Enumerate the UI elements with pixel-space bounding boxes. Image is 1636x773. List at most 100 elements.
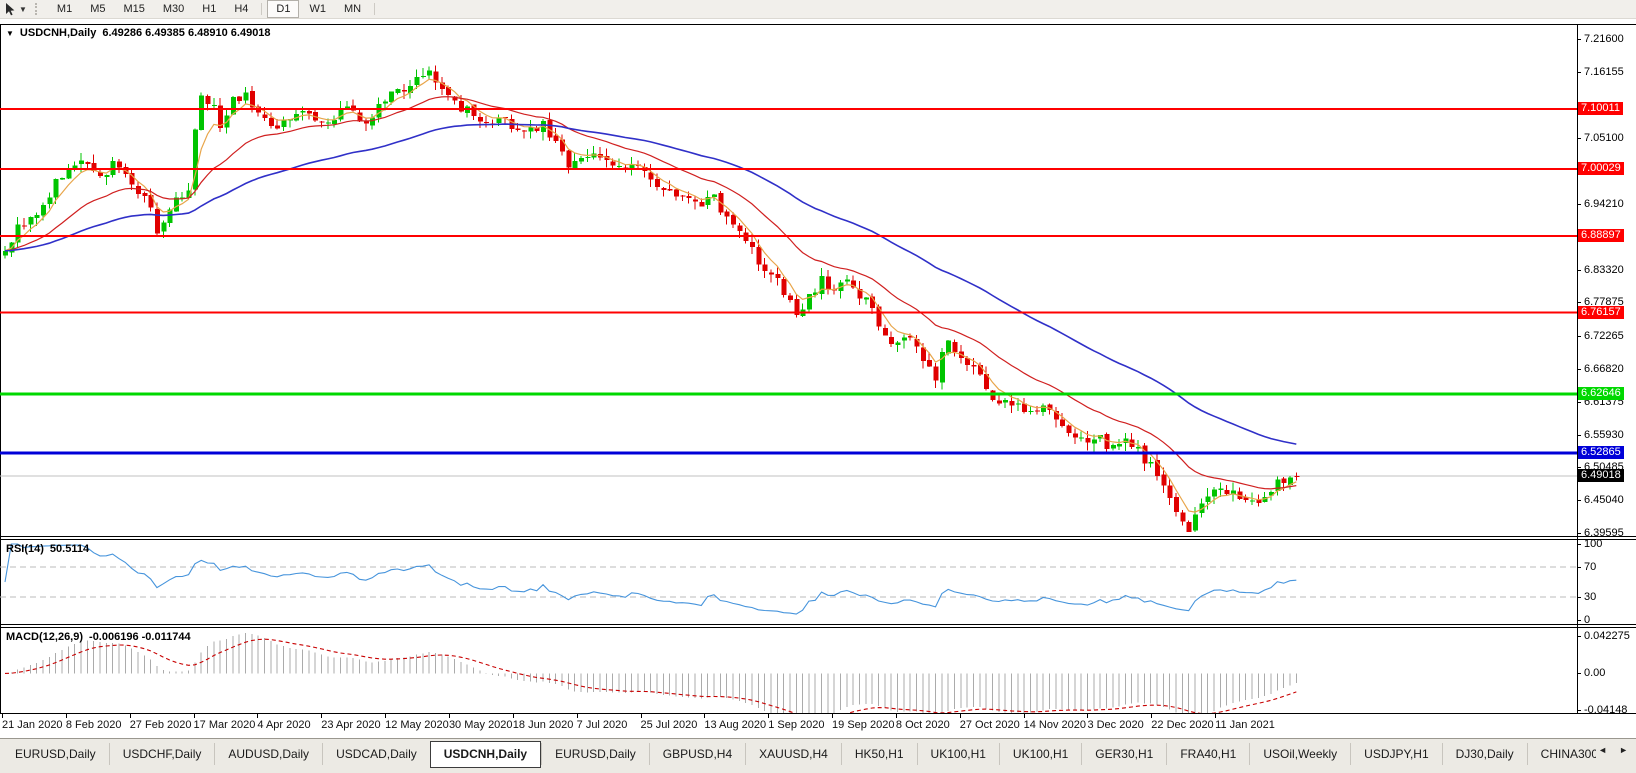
symbol-tab-usoil-weekly[interactable]: USOil,Weekly (1249, 743, 1350, 765)
date-tick (768, 714, 770, 718)
rsi-axis-tick (1577, 597, 1581, 598)
timeframe-buttons: M1 M5 M15 M30 H1 H4 D1 W1 MN (48, 0, 379, 18)
price-tick (1577, 138, 1581, 139)
symbol-tab-ger30-h1[interactable]: GER30,H1 (1081, 743, 1166, 765)
date-label: 25 Jul 2020 (640, 719, 698, 731)
tabs-scroll-left-button[interactable]: ◄ (1598, 745, 1607, 755)
date-label: 30 May 2020 (448, 719, 513, 731)
timeframe-button-h1[interactable]: H1 (193, 0, 225, 18)
timeframe-button-d1[interactable]: D1 (267, 0, 300, 18)
macd-axis-tick (1577, 673, 1581, 674)
macd-axis-tick (1577, 636, 1581, 637)
timeframe-button-m1[interactable]: M1 (48, 0, 81, 18)
chart-collapse-icon[interactable]: ▼ (6, 29, 14, 38)
price-tick (1577, 270, 1581, 271)
rsi-current-value: 50.5114 (49, 543, 90, 555)
level-price-badge: 7.00029 (1578, 162, 1624, 175)
date-label: 18 Jun 2020 (512, 719, 574, 731)
macd-current-values: -0.006196 -0.011744 (89, 631, 191, 643)
date-label: 17 Mar 2020 (193, 719, 256, 731)
price-tick (1577, 369, 1581, 370)
rsi-axis-label: 100 (1584, 538, 1603, 550)
symbol-tab-dj30-daily[interactable]: DJ30,Daily (1441, 743, 1527, 765)
price-tick (1577, 402, 1581, 403)
date-label: 13 Aug 2020 (704, 719, 767, 731)
timeframe-button-h4[interactable]: H4 (225, 0, 257, 18)
rsi-axis-label: 70 (1584, 561, 1597, 573)
symbol-tab-eurusd-daily[interactable]: EURUSD,Daily (2, 743, 109, 765)
timeframe-button-w1[interactable]: W1 (300, 0, 335, 18)
toolbar-separator (374, 3, 376, 15)
date-label: 23 Apr 2020 (321, 719, 381, 731)
date-tick (193, 714, 195, 718)
timeframe-toolbar: ▼ M1 M5 M15 M30 H1 H4 D1 W1 MN (0, 0, 1636, 19)
price-tick (1577, 500, 1581, 501)
date-tick (257, 714, 259, 718)
timeframe-button-m5[interactable]: M5 (81, 0, 114, 18)
symbol-tab-uk100-h1[interactable]: UK100,H1 (916, 743, 999, 765)
symbol-tab-gbpusd-h4[interactable]: GBPUSD,H4 (648, 743, 745, 765)
date-label: 19 Sep 2020 (832, 719, 895, 731)
rsi-name: RSI(14) (6, 543, 44, 555)
symbol-tab-audusd-daily[interactable]: AUDUSD,Daily (214, 743, 322, 765)
price-tick (1577, 467, 1581, 468)
price-tick-label: 7.21600 (1584, 33, 1624, 45)
macd-axis-tick (1577, 710, 1581, 711)
symbol-tab-fra40-h1[interactable]: FRA40,H1 (1166, 743, 1249, 765)
main-chart-plot[interactable] (0, 25, 1577, 536)
date-label: 27 Oct 2020 (959, 719, 1020, 731)
date-tick (1087, 714, 1089, 718)
symbol-tab-usdchf-daily[interactable]: USDCHF,Daily (108, 743, 215, 765)
macd-title: MACD(12,26,9) -0.006196 -0.011744 (6, 631, 191, 643)
macd-axis-label: -0.04148 (1584, 704, 1628, 716)
rsi-axis-tick (1577, 567, 1581, 568)
date-label: 11 Jan 2021 (1215, 719, 1275, 731)
timeframe-button-mn[interactable]: MN (335, 0, 370, 18)
date-label: 12 May 2020 (385, 719, 449, 731)
macd-plot[interactable] (0, 628, 1577, 713)
date-label: 27 Feb 2020 (129, 719, 192, 731)
date-tick (129, 714, 131, 718)
symbol-tabbar: EURUSD,Daily USDCHF,Daily AUDUSD,Daily USDC… (0, 738, 1636, 773)
price-tick-label: 6.55930 (1584, 429, 1624, 441)
price-tick-label: 7.16155 (1584, 66, 1624, 78)
symbol-tab-usdcad-daily[interactable]: USDCAD,Daily (322, 743, 430, 765)
rsi-plot[interactable] (0, 540, 1577, 624)
date-tick (65, 714, 67, 718)
timeframe-button-m30[interactable]: M30 (154, 0, 193, 18)
symbol-tab-china300-h1[interactable]: CHINA300,H1 (1526, 743, 1596, 765)
date-tick (1151, 714, 1153, 718)
toolbar-separator (261, 3, 263, 15)
price-tick (1577, 39, 1581, 40)
cursor-tool-icon[interactable] (2, 1, 18, 17)
date-tick (959, 714, 961, 718)
tabs-scroll-controls: ◄ ► (1592, 745, 1634, 755)
date-tick (2, 714, 3, 718)
price-tick (1577, 435, 1581, 436)
symbol-tab-eurusd-daily[interactable]: EURUSD,Daily (541, 743, 649, 765)
date-label: 21 Jan 2020 (2, 719, 63, 731)
date-tick (321, 714, 323, 718)
date-label: 7 Jul 2020 (576, 719, 628, 731)
symbol-tab-uk100-h1[interactable]: UK100,H1 (998, 743, 1081, 765)
rsi-axis-label: 0 (1584, 614, 1591, 626)
symbol-tab-usdcnh-daily[interactable]: USDCNH,Daily (429, 741, 542, 768)
tabs-scroll-right-button[interactable]: ► (1619, 745, 1628, 755)
price-tick-label: 6.45040 (1584, 494, 1624, 506)
price-tick-label: 6.72265 (1584, 330, 1624, 342)
cursor-tool-dropdown-icon[interactable]: ▼ (19, 5, 27, 14)
rsi-title: RSI(14) 50.5114 (6, 543, 89, 555)
symbol-tab-hk50-h1[interactable]: HK50,H1 (840, 743, 917, 765)
symbol-tab-usdjpy-h1[interactable]: USDJPY,H1 (1350, 743, 1441, 765)
rsi-panel-bottom-border[interactable] (0, 624, 1636, 625)
toolbar-grip[interactable] (34, 3, 40, 15)
level-price-badge: 6.52865 (1578, 446, 1624, 459)
date-tick (640, 714, 642, 718)
date-label: 3 Dec 2020 (1087, 719, 1144, 731)
symbol-tab-xauusd-h4[interactable]: XAUUSD,H4 (745, 743, 841, 765)
timeframe-button-m15[interactable]: M15 (114, 0, 153, 18)
date-label: 4 Apr 2020 (257, 719, 311, 731)
macd-axis-label: 0.042275 (1584, 630, 1630, 642)
price-tick (1577, 204, 1581, 205)
date-label: 14 Nov 2020 (1023, 719, 1086, 731)
